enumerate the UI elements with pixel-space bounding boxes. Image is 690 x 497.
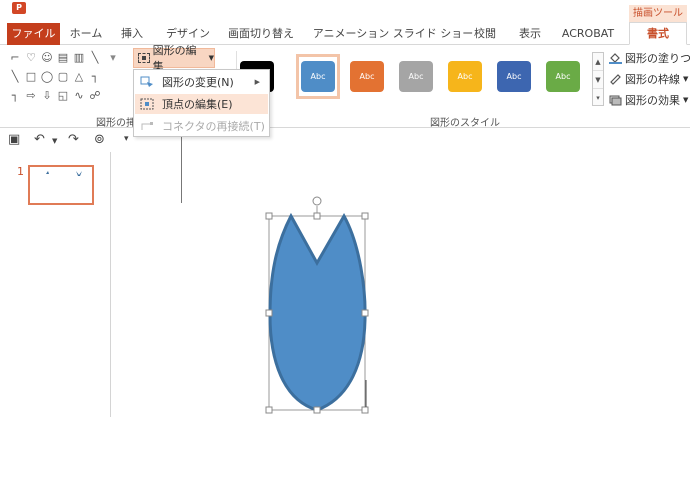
insert-shapes-gallery[interactable]: ⌐ ♡ ☺ ▤ ▥ ╲ ╲ □ ◯ ▢ △ ┐ ┐ ⇨ ⇩ ◱ ∿ ☍ ▾ xyxy=(8,51,128,107)
tab-review[interactable]: 校閲 xyxy=(470,23,500,45)
scroll-up-icon[interactable]: ▲ xyxy=(593,53,603,71)
save-icon[interactable]: ▣ xyxy=(8,132,20,147)
shape-effects-label: 図形の効果 xyxy=(625,94,680,107)
shape-outline-button[interactable]: 図形の枠線 ▼ xyxy=(609,71,688,87)
gallery-more-icon[interactable]: ▾ xyxy=(593,89,603,107)
resize-handle-ne[interactable] xyxy=(361,212,369,220)
chevron-down-icon: ▼ xyxy=(683,96,689,104)
ribbon-format: ⌐ ♡ ☺ ▤ ▥ ╲ ╲ □ ◯ ▢ △ ┐ ┐ ⇨ ⇩ ◱ ∿ ☍ ▾ 図形… xyxy=(0,44,690,129)
menu-item-edit-points[interactable]: 頂点の編集(E) xyxy=(135,94,268,114)
redo-icon[interactable]: ↷ xyxy=(68,132,79,147)
right-arrow-shape-icon[interactable]: ⇨ xyxy=(24,89,38,103)
elbow-connector-icon[interactable]: ┐ xyxy=(88,70,102,84)
edit-shape-menu: 図形の変更(N) ▶ 頂点の編集(E) コネクタの再接続(T) xyxy=(133,69,270,137)
menu-item-change-shape[interactable]: 図形の変更(N) ▶ xyxy=(135,72,268,92)
shape-effects-button[interactable]: 図形の効果 ▼ xyxy=(609,92,688,108)
change-shape-label: 図形の変更(N) xyxy=(162,76,234,89)
tab-home[interactable]: ホーム xyxy=(66,23,106,45)
chevron-down-icon[interactable]: ▼ xyxy=(52,137,57,145)
textbox-vertical-icon[interactable]: ▥ xyxy=(72,51,86,65)
tab-slideshow[interactable]: スライド ショー xyxy=(390,23,476,45)
style-swatch-green[interactable]: Abc xyxy=(546,61,580,92)
curve-shape-icon[interactable]: ∿ xyxy=(72,89,86,103)
callout-shape-icon[interactable]: ◱ xyxy=(56,89,70,103)
rounded-rect-shape-icon[interactable]: ▢ xyxy=(56,70,70,84)
slide-thumbnail-preview xyxy=(46,171,82,176)
gallery-scroll-icon[interactable]: ▾ xyxy=(106,51,120,65)
menu-item-reroute-connectors: コネクタの再接続(T) xyxy=(135,116,268,136)
tulip-freeform-shape[interactable] xyxy=(268,212,367,412)
chevron-down-icon: ▼ xyxy=(208,54,214,62)
style-swatch-orange[interactable]: Abc xyxy=(350,61,384,92)
selected-shape[interactable] xyxy=(265,196,369,414)
shape-fill-label: 図形の塗りつぶ xyxy=(625,52,690,65)
oval-shape-icon[interactable]: ◯ xyxy=(40,70,54,84)
submenu-arrow-icon: ▶ xyxy=(254,78,260,86)
slide-thumbnail-pane: 1 xyxy=(0,152,111,417)
insert-shapes-group-label: 図形の挿 xyxy=(96,118,136,129)
bent-connector-icon[interactable]: ┐ xyxy=(8,89,22,103)
down-arrow-shape-icon[interactable]: ⇩ xyxy=(40,89,54,103)
tab-view[interactable]: 表示 xyxy=(515,23,545,45)
style-swatch-gold[interactable]: Abc xyxy=(448,61,482,92)
rotation-handle-icon[interactable] xyxy=(312,196,322,206)
shape-fill-button[interactable]: 図形の塗りつぶ xyxy=(609,50,690,66)
slide-number: 1 xyxy=(17,165,24,178)
style-swatch-dark-blue[interactable]: Abc xyxy=(497,61,531,92)
tab-transitions[interactable]: 画面切り替え xyxy=(226,23,296,45)
chevron-down-icon: ▼ xyxy=(683,75,689,83)
smiley-shape-icon[interactable]: ☺ xyxy=(40,51,54,65)
customize-toolbar-icon[interactable]: ▾ xyxy=(124,134,129,144)
tab-insert[interactable]: 挿入 xyxy=(114,23,150,45)
resize-handle-sw[interactable] xyxy=(265,406,273,414)
reroute-connectors-icon xyxy=(140,120,154,132)
freeform-shape-icon[interactable]: ☍ xyxy=(88,89,102,103)
tab-acrobat[interactable]: ACROBAT xyxy=(555,23,621,45)
effects-icon xyxy=(609,94,622,106)
reroute-connectors-label: コネクタの再接続(T) xyxy=(162,120,265,133)
edit-shape-button[interactable]: 図形の編集 ▼ xyxy=(133,44,215,73)
tab-format[interactable]: 書式 xyxy=(629,22,687,45)
undo-icon[interactable]: ↶ xyxy=(34,132,45,147)
resize-handle-e[interactable] xyxy=(361,309,369,317)
start-slideshow-icon[interactable]: ⊚ xyxy=(94,132,105,147)
style-swatch-gray[interactable]: Abc xyxy=(399,61,433,92)
edit-points-icon xyxy=(138,53,150,63)
shape-outline-label: 図形の枠線 xyxy=(625,73,680,86)
drawing-tools-context-label: 描画ツール xyxy=(629,5,687,23)
ribbon-tab-bar: ファイル ホーム 挿入 デザイン 画面切り替え アニメーション スライド ショー… xyxy=(0,22,690,45)
resize-handle-s[interactable] xyxy=(313,406,321,414)
resize-handle-se[interactable] xyxy=(361,406,369,414)
powerpoint-app-icon[interactable]: P xyxy=(12,2,26,14)
resize-handle-nw[interactable] xyxy=(265,212,273,220)
rectangle-shape-icon[interactable]: □ xyxy=(24,70,38,84)
slide-thumbnail[interactable] xyxy=(28,165,94,205)
text-box-shape-icon[interactable]: ⌐ xyxy=(8,51,22,65)
paint-bucket-icon xyxy=(609,52,622,64)
tab-animations[interactable]: アニメーション xyxy=(308,23,394,45)
edit-points-label: 頂点の編集(E) xyxy=(162,98,233,111)
line-shape-icon[interactable]: ╲ xyxy=(88,51,102,65)
mouse-pointer-line xyxy=(181,137,182,203)
style-swatch-blue[interactable]: Abc xyxy=(301,61,335,92)
tab-file[interactable]: ファイル xyxy=(7,23,60,45)
change-shape-icon xyxy=(140,76,154,88)
textbox-horizontal-icon[interactable]: ▤ xyxy=(56,51,70,65)
shape-styles-gallery[interactable]: bc Abc Abc Abc Abc Abc Abc xyxy=(240,51,584,105)
shape-styles-group-label: 図形のスタイル xyxy=(430,118,500,129)
styles-gallery-scroll[interactable]: ▲ ▼ ▾ xyxy=(592,52,604,106)
resize-handle-w[interactable] xyxy=(265,309,273,317)
pencil-icon xyxy=(609,73,622,85)
edit-points-icon xyxy=(140,98,154,110)
triangle-shape-icon[interactable]: △ xyxy=(72,70,86,84)
heart-shape-icon[interactable]: ♡ xyxy=(24,51,38,65)
diagonal-line-icon[interactable]: ╲ xyxy=(8,70,22,84)
scroll-down-icon[interactable]: ▼ xyxy=(593,71,603,89)
resize-handle-n[interactable] xyxy=(313,212,321,220)
